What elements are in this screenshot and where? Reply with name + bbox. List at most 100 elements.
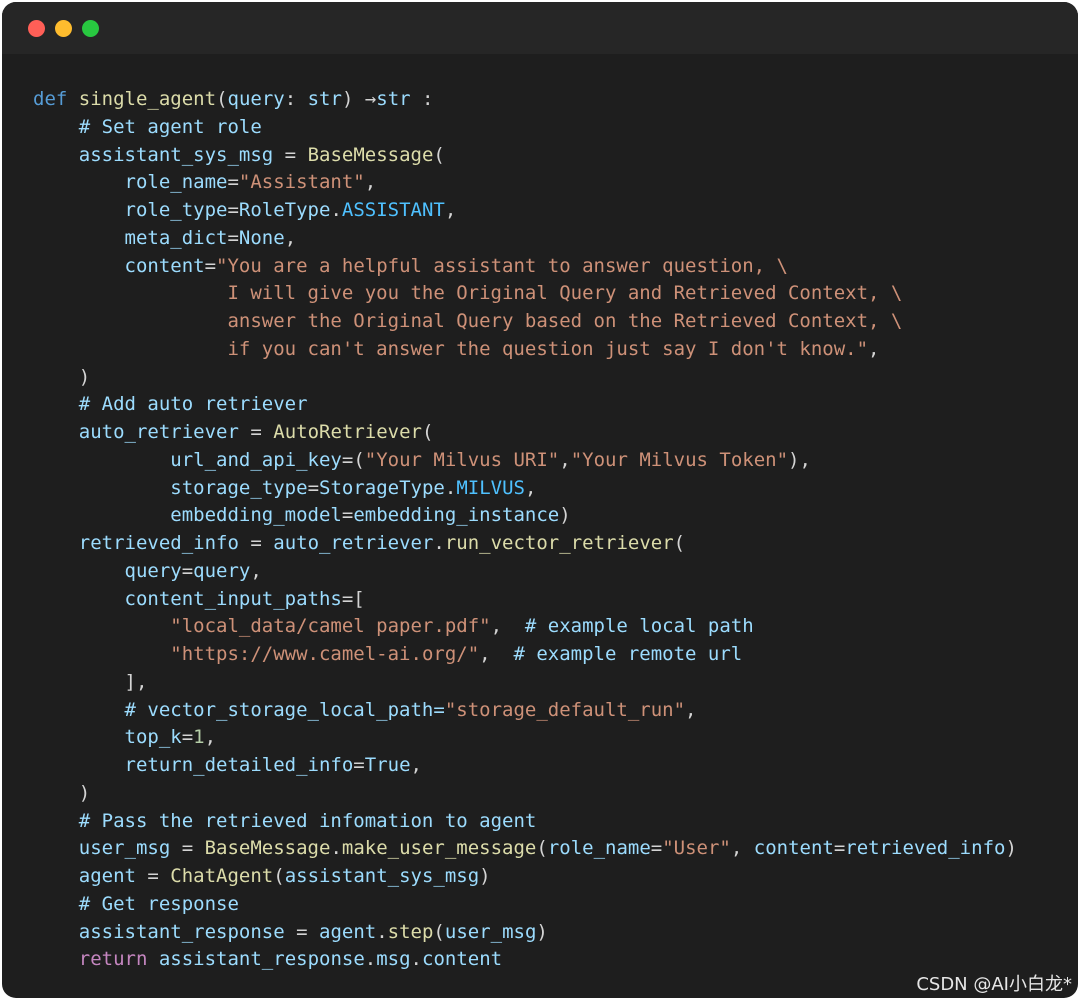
code-token: ) → bbox=[341, 88, 377, 110]
code-token: StorageType bbox=[319, 476, 445, 499]
code-token: query bbox=[227, 88, 285, 110]
code-line: top_k=1, bbox=[33, 724, 1017, 752]
code-token: ChatAgent bbox=[170, 865, 274, 887]
maximize-window-button[interactable] bbox=[82, 20, 99, 37]
code-token: "Your Milvus Token" bbox=[570, 448, 789, 471]
code-token: , bbox=[524, 476, 537, 499]
code-token: ), bbox=[788, 448, 811, 471]
code-token: , bbox=[410, 754, 422, 776]
code-block: def single_agent(query: str) →str : # Se… bbox=[33, 86, 1017, 974]
code-token: return_detailed_info bbox=[124, 754, 354, 776]
code-line: content="You are a helpful assistant to … bbox=[33, 253, 1017, 281]
watermark: CSDN @AI小白龙* bbox=[916, 974, 1072, 995]
code-token: # Get response bbox=[78, 892, 239, 915]
code-token: , bbox=[730, 837, 754, 860]
code-token: embedding_model bbox=[170, 504, 342, 527]
code-token: embedding_instance bbox=[353, 504, 560, 527]
minimize-window-button[interactable] bbox=[55, 20, 72, 37]
code-token: query bbox=[124, 559, 182, 582]
code-token: return bbox=[78, 948, 148, 971]
code-token: # Set agent role bbox=[78, 115, 262, 138]
code-token: ( bbox=[433, 143, 445, 166]
code-token: = bbox=[307, 476, 320, 499]
code-line: retrieved_info = auto_retriever.run_vect… bbox=[33, 530, 1017, 558]
code-token: = bbox=[227, 199, 239, 221]
code-token: ( bbox=[536, 837, 548, 860]
code-line: assistant_sys_msg = BaseMessage( bbox=[33, 142, 1017, 170]
code-token: = bbox=[181, 726, 194, 749]
code-line: # Get response bbox=[33, 891, 1017, 919]
code-token: run_vector_retriever bbox=[444, 532, 674, 554]
code-token: auto_retriever bbox=[273, 532, 434, 554]
code-line: meta_dict=None, bbox=[33, 225, 1017, 253]
code-line: ], bbox=[33, 669, 1017, 697]
code-token: ( bbox=[421, 421, 434, 443]
code-token: assistant_response bbox=[158, 948, 365, 971]
code-line: agent = ChatAgent(assistant_sys_msg) bbox=[33, 863, 1017, 891]
code-token: user_msg bbox=[444, 920, 537, 943]
code-token: 1 bbox=[193, 726, 205, 749]
code-token: storage_type bbox=[170, 476, 308, 499]
code-line: url_and_api_key=("Your Milvus URI","Your… bbox=[33, 447, 1017, 475]
code-line: embedding_model=embedding_instance) bbox=[33, 502, 1017, 530]
code-token: , bbox=[364, 171, 377, 194]
code-token: : bbox=[284, 88, 308, 110]
code-line: role_name="Assistant", bbox=[33, 169, 1017, 197]
code-token: = bbox=[204, 254, 217, 277]
code-token: = bbox=[341, 504, 354, 527]
code-token: ( bbox=[673, 532, 686, 554]
code-token: = bbox=[238, 421, 274, 443]
code-token: url_and_api_key bbox=[170, 448, 342, 471]
window-titlebar bbox=[2, 2, 1078, 54]
code-token: agent bbox=[78, 865, 136, 887]
code-token: # example remote url bbox=[513, 643, 743, 665]
code-token: = bbox=[170, 837, 205, 860]
code-token: query bbox=[193, 559, 251, 582]
code-token: , bbox=[284, 226, 297, 249]
code-token: # vector_storage_local_path= bbox=[124, 698, 445, 721]
code-token: role_name bbox=[547, 837, 651, 860]
code-token: top_k bbox=[124, 726, 182, 749]
code-token: single_agent bbox=[78, 88, 217, 110]
code-token: True bbox=[364, 754, 411, 776]
code-token: content bbox=[124, 254, 205, 277]
code-token: =[ bbox=[341, 587, 365, 610]
code-token: user_msg bbox=[78, 837, 171, 860]
code-token: "You are a helpful assistant to answer q… bbox=[216, 254, 788, 277]
code-token: "Your Milvus URI" bbox=[364, 448, 560, 471]
code-token: = bbox=[181, 559, 194, 582]
code-line: auto_retriever = AutoRetriever( bbox=[33, 419, 1017, 447]
code-token: ( bbox=[433, 920, 445, 943]
code-line: I will give you the Original Query and R… bbox=[33, 280, 1017, 308]
code-token: , bbox=[868, 337, 880, 360]
code-token: str bbox=[376, 88, 411, 110]
code-token: , bbox=[559, 448, 571, 471]
code-token: = bbox=[650, 837, 663, 860]
close-window-button[interactable] bbox=[28, 20, 45, 37]
code-line: role_type=RoleType.ASSISTANT, bbox=[33, 197, 1017, 225]
code-token: ASSISTANT bbox=[341, 199, 445, 221]
code-token: ) bbox=[559, 504, 571, 527]
code-token: , bbox=[490, 615, 525, 638]
code-token: "User" bbox=[662, 837, 731, 860]
code-line: # vector_storage_local_path="storage_def… bbox=[33, 697, 1017, 725]
code-token: # Add auto retriever bbox=[78, 393, 308, 416]
code-token: def bbox=[33, 88, 68, 110]
code-token: # Pass the retrieved infomation to agent bbox=[78, 809, 537, 832]
code-token: : bbox=[410, 88, 434, 110]
code-token: make_user_message bbox=[341, 837, 537, 860]
code-token: step bbox=[387, 920, 434, 943]
code-token: "https://www.camel-ai.org/" bbox=[170, 643, 480, 665]
code-token: ) bbox=[536, 920, 548, 943]
code-token: = bbox=[284, 920, 319, 943]
